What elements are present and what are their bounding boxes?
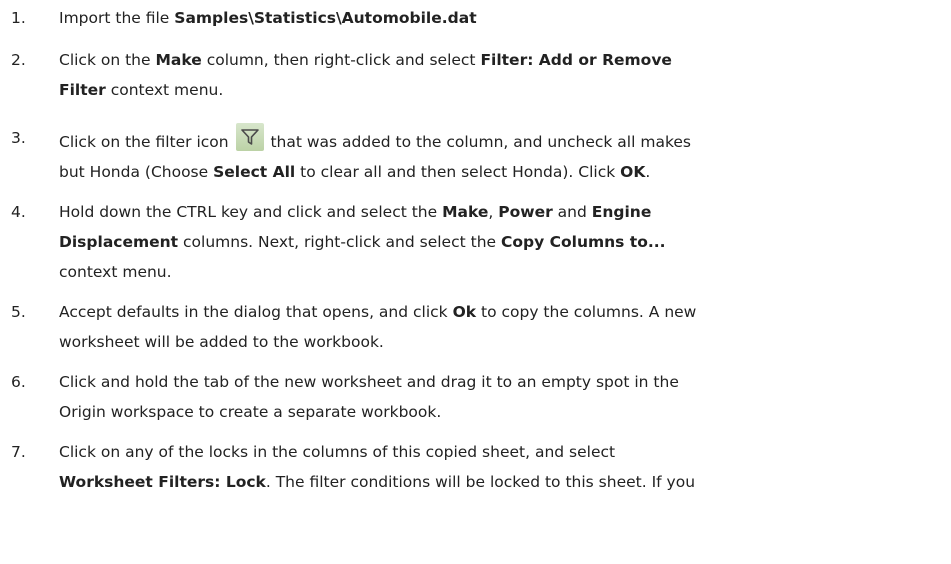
bold-term: Displacement xyxy=(59,233,179,251)
step-text-line: Click and hold the tab of the new worksh… xyxy=(59,367,941,397)
step-text-line: Origin workspace to create a separate wo… xyxy=(59,397,941,427)
text-run: to copy the columns. A new xyxy=(476,303,697,321)
step-text-line: Click on any of the locks in the columns… xyxy=(59,437,941,467)
step-text: Click on any of the locks in the columns… xyxy=(59,437,951,497)
text-run: columns. Next, right-click and select th… xyxy=(178,233,501,251)
text-run: context menu. xyxy=(59,263,172,281)
text-run: Import the file xyxy=(59,9,175,27)
step-text: Click on the filter icon that was added … xyxy=(59,123,951,187)
bold-term: Ok xyxy=(452,303,477,321)
bold-term: Filter: Add or Remove xyxy=(480,51,672,69)
step-text: Accept defaults in the dialog that opens… xyxy=(59,297,951,357)
text-run: Click on any of the locks in the columns… xyxy=(59,443,616,461)
bold-term: Copy Columns to... xyxy=(500,233,666,251)
step-number: 3. xyxy=(11,129,26,147)
text-run: Click and hold the tab of the new worksh… xyxy=(59,373,679,391)
text-run: context menu. xyxy=(105,81,224,99)
step-text-line: Worksheet Filters: Lock. The filter cond… xyxy=(59,467,941,497)
step-number: 6. xyxy=(11,373,26,391)
step-text: Hold down the CTRL key and click and sel… xyxy=(59,197,951,287)
step-1: 1. Import the file Samples\Statistics\Aut… xyxy=(0,3,951,33)
step-text-line: Accept defaults in the dialog that opens… xyxy=(59,297,941,327)
bold-term: Make xyxy=(155,51,202,69)
text-run: . The filter conditions will be locked t… xyxy=(265,473,696,491)
text-run: worksheet will be added to the workbook. xyxy=(59,333,384,351)
text-run: , xyxy=(488,203,499,221)
step-text-line: Click on the filter icon that was added … xyxy=(59,123,941,157)
step-3: 3. Click on the filter icon that was adde… xyxy=(0,123,951,187)
bold-term: Make xyxy=(442,203,489,221)
step-text: Import the file Samples\Statistics\Autom… xyxy=(59,3,951,33)
filter-icon xyxy=(235,123,264,151)
text-run: Click on the xyxy=(59,51,156,69)
step-2: 2. Click on the Make column, then right-c… xyxy=(0,45,951,105)
text-run: but Honda (Choose xyxy=(59,163,214,181)
steps-list: 1. Import the file Samples\Statistics\Aut… xyxy=(0,3,951,497)
step-number: 7. xyxy=(11,443,26,461)
step-text: Click on the Make column, then right-cli… xyxy=(59,45,951,105)
bold-term: Filter xyxy=(59,81,106,99)
step-number: 5. xyxy=(11,303,26,321)
bold-term: Select All xyxy=(213,163,296,181)
text-run: that was added to the column, and unchec… xyxy=(265,133,691,151)
step-text: Click and hold the tab of the new worksh… xyxy=(59,367,951,427)
step-7: 7. Click on any of the locks in the colum… xyxy=(0,437,951,497)
bold-term: OK xyxy=(620,163,646,181)
text-run: . xyxy=(645,163,651,181)
text-run: Click on the filter icon xyxy=(59,133,234,151)
step-text-line: worksheet will be added to the workbook. xyxy=(59,327,941,357)
step-text-line: Filter context menu. xyxy=(59,75,941,105)
text-run: Hold down the CTRL key and click and sel… xyxy=(59,203,443,221)
step-text-line: Import the file Samples\Statistics\Autom… xyxy=(59,3,941,33)
text-run: Accept defaults in the dialog that opens… xyxy=(59,303,453,321)
step-6: 6. Click and hold the tab of the new work… xyxy=(0,367,951,427)
step-number: 1. xyxy=(11,9,26,27)
bold-term: Worksheet Filters: Lock xyxy=(59,473,266,491)
step-text-line: Hold down the CTRL key and click and sel… xyxy=(59,197,941,227)
step-number: 2. xyxy=(11,51,26,69)
step-text-line: Displacement columns. Next, right-click … xyxy=(59,227,941,257)
step-text-line: Click on the Make column, then right-cli… xyxy=(59,45,941,75)
text-run: Origin workspace to create a separate wo… xyxy=(59,403,442,421)
bold-term: Power xyxy=(498,203,553,221)
step-text-line: context menu. xyxy=(59,257,941,287)
bold-term: Samples\Statistics\Automobile.dat xyxy=(174,9,477,27)
text-run: and xyxy=(552,203,592,221)
step-text-line: but Honda (Choose Select All to clear al… xyxy=(59,157,941,187)
text-run: to clear all and then select Honda). Cli… xyxy=(295,163,621,181)
step-4: 4. Hold down the CTRL key and click and s… xyxy=(0,197,951,287)
text-run: column, then right-click and select xyxy=(201,51,481,69)
bold-term: Engine xyxy=(591,203,652,221)
step-number: 4. xyxy=(11,203,26,221)
step-5: 5. Accept defaults in the dialog that ope… xyxy=(0,297,951,357)
